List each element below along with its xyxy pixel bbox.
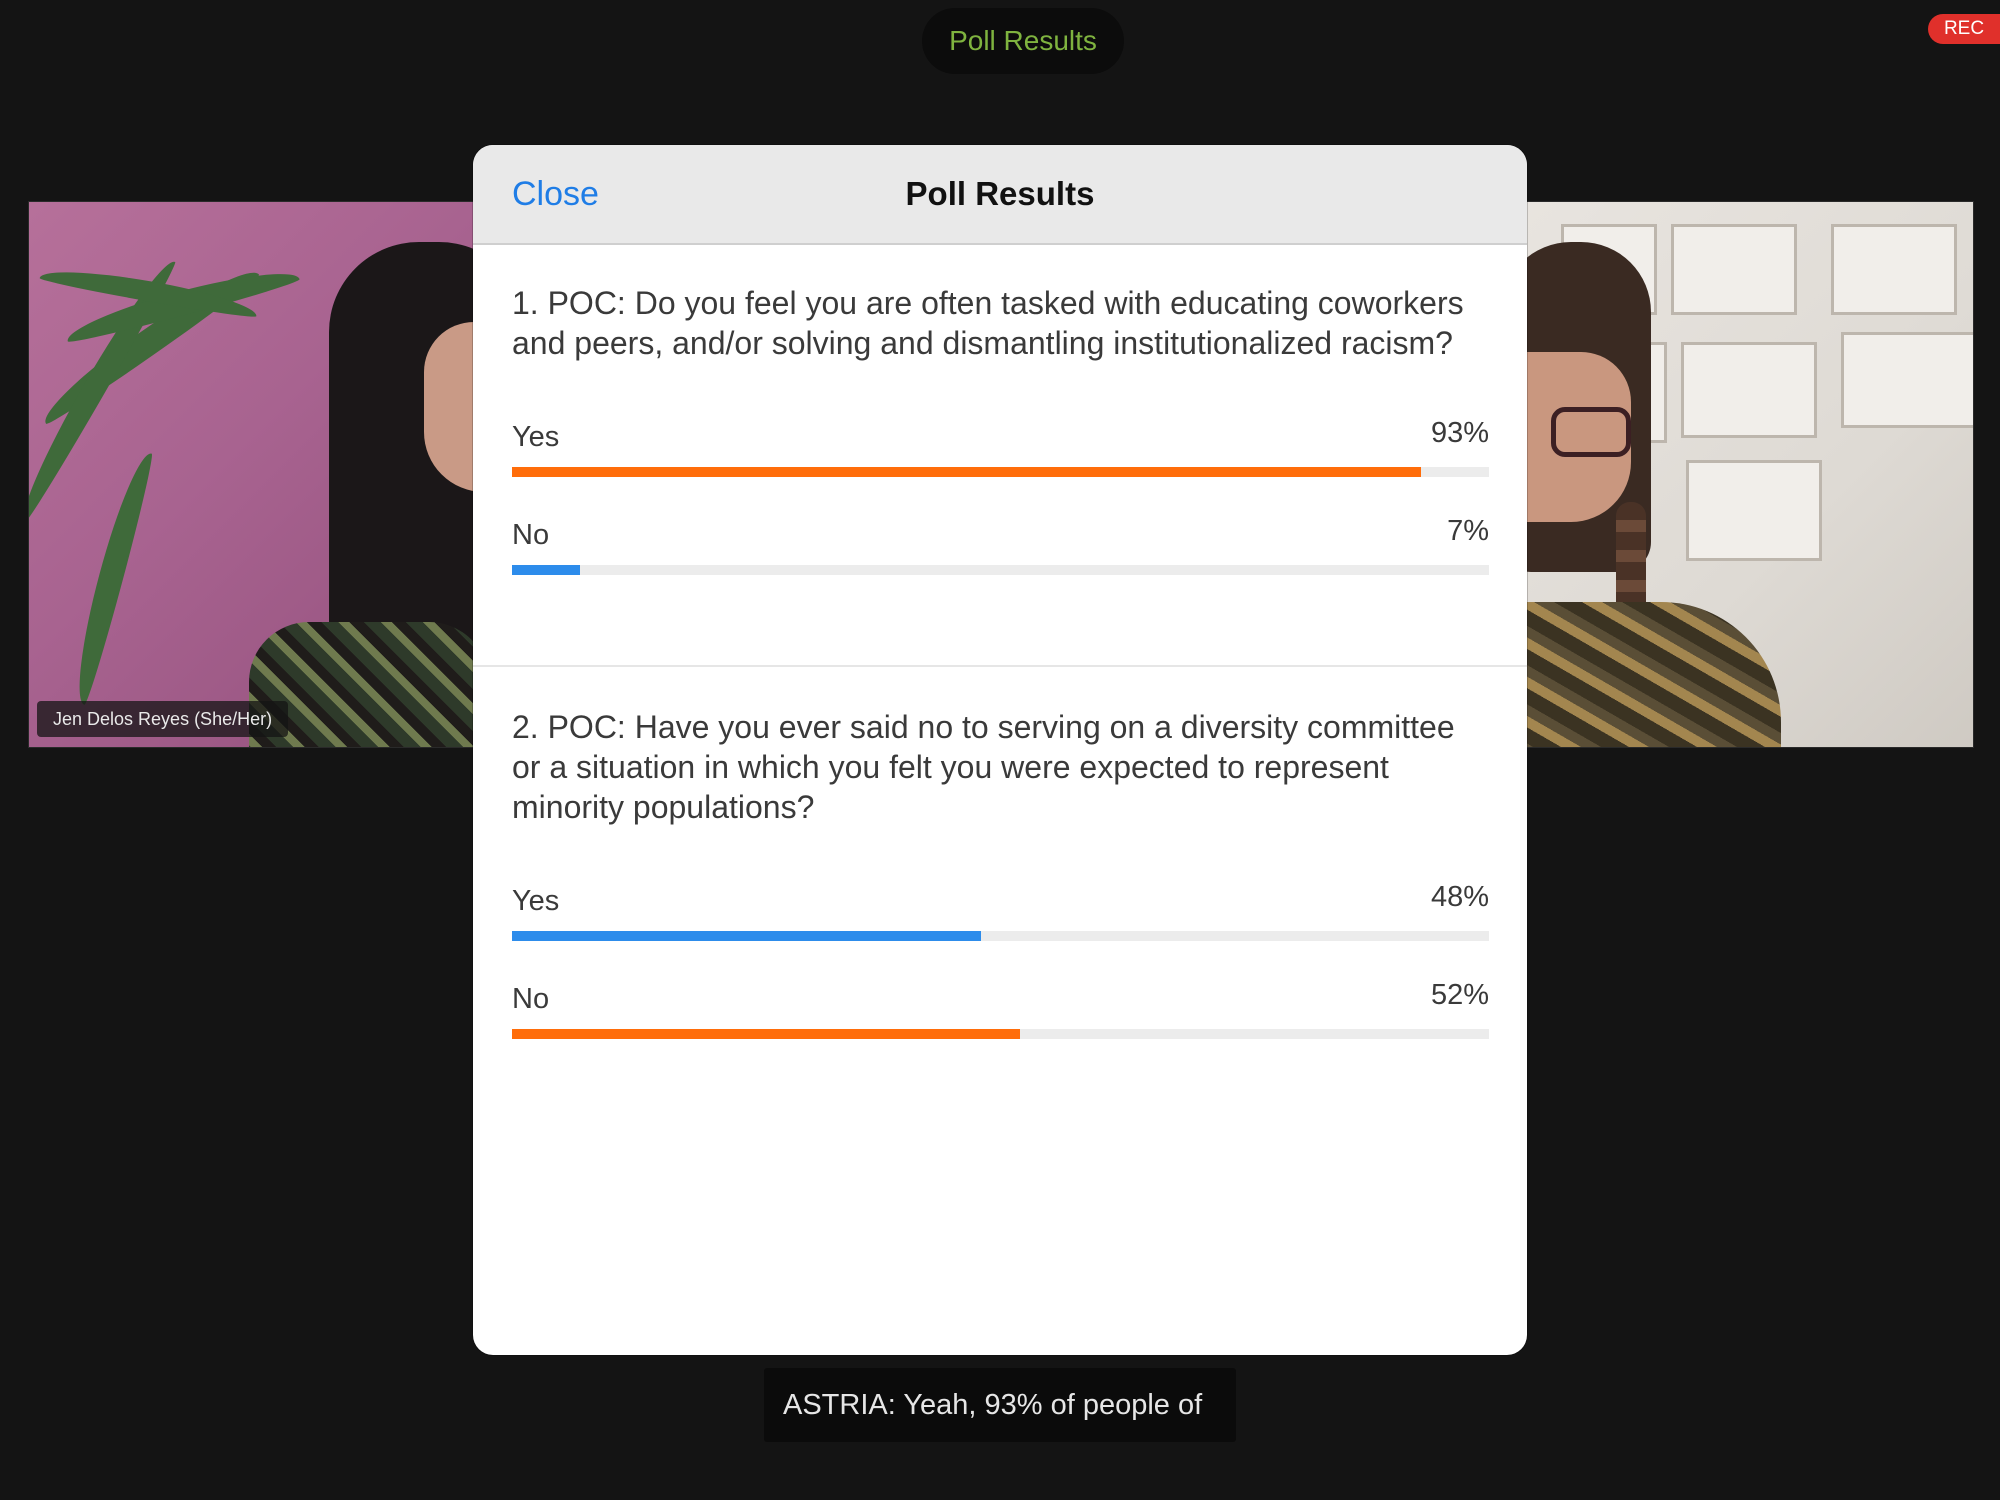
video-tile-right[interactable] [1520,201,1974,748]
result-bar-track [512,565,1489,575]
participant-name-tag: Jen Delos Reyes (She/Her) [37,701,289,737]
option-percent: 7% [1447,514,1489,547]
modal-title: Poll Results [905,175,1095,212]
option-label: Yes [512,420,560,453]
question-text: 1. POC: Do you feel you are often tasked… [512,285,1464,361]
result-bar-fill [512,467,1421,477]
option-percent: 48% [1430,880,1489,913]
question-divider [473,665,1527,667]
recording-badge: REC [1928,14,2000,44]
poll-question-1: 1. POC: Do you feel you are often tasked… [512,283,1489,613]
poll-results-modal: Close Poll Results 1. POC: Do you feel y… [473,145,1527,1355]
wall-frame [1831,224,1957,315]
wall-frame [1681,342,1817,438]
option-label: No [512,982,550,1015]
participant-glasses [1551,407,1631,457]
result-bar-track [512,931,1489,941]
poll-question-2: 2. POC: Have you ever said no to serving… [512,707,1489,1077]
result-bar-track [512,467,1489,477]
wall-frame [1686,460,1822,561]
plant-leaf [65,448,157,706]
question-text: 2. POC: Have you ever said no to serving… [512,709,1455,825]
result-bar-fill [512,931,981,941]
poll-option-no: No 7% [512,515,1489,613]
meeting-stage: Poll Results REC Jen Delos Reyes (She/He… [0,0,2000,1500]
participant-shirt [1521,602,1781,747]
poll-option-no: No 52% [512,979,1489,1077]
option-percent: 52% [1430,978,1489,1011]
result-bar-fill [512,1029,1021,1039]
modal-header: Close Poll Results [473,145,1527,245]
option-percent: 93% [1430,416,1489,449]
video-tile-left[interactable]: Jen Delos Reyes (She/Her) [28,201,482,748]
wall-frame [1841,332,1973,428]
result-bar-track [512,1029,1489,1039]
poll-option-yes: Yes 48% [512,881,1489,979]
option-label: No [512,518,550,551]
wall-frame [1671,224,1797,315]
result-bar-fill [512,565,581,575]
live-caption: ASTRIA: Yeah, 93% of people of [764,1368,1236,1442]
top-poll-results-pill[interactable]: Poll Results [922,8,1124,74]
poll-option-yes: Yes 93% [512,417,1489,515]
option-label: Yes [512,884,560,917]
